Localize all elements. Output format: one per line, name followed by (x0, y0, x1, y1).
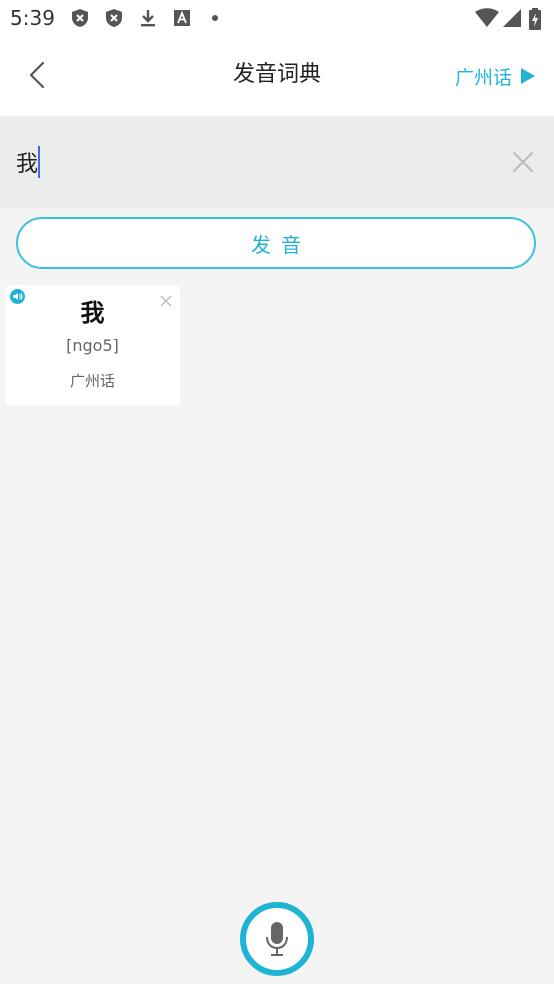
status-bar: 5:39 (0, 0, 554, 36)
pronounce-button[interactable]: 发音 (16, 217, 536, 269)
microphone-icon (266, 922, 288, 956)
search-input[interactable] (16, 142, 486, 182)
dialect-label: 广州话 (454, 66, 512, 89)
mic-button[interactable] (240, 902, 314, 976)
shield-icon (70, 8, 90, 28)
header: 发音词典 广州话 (0, 36, 554, 116)
result-character: 我 (80, 299, 105, 327)
result-pronunciation: [ngo5] (66, 336, 119, 355)
search-bar (0, 116, 554, 208)
dot-icon (206, 8, 226, 28)
triangle-right-icon (521, 68, 535, 84)
font-icon (172, 8, 192, 28)
battery-charging-icon (528, 8, 542, 30)
wifi-icon (474, 8, 500, 28)
close-icon (513, 152, 533, 172)
text-caret (38, 146, 40, 178)
status-time: 5:39 (10, 6, 55, 30)
result-dialect: 广州话 (69, 372, 115, 390)
dialect-selector[interactable]: 广州话 (455, 62, 536, 90)
result-card[interactable]: 我 [ngo5] 广州话 (5, 285, 180, 406)
clear-button[interactable] (512, 151, 534, 173)
shield-icon (104, 8, 124, 28)
signal-icon (502, 8, 522, 28)
download-icon (138, 8, 158, 28)
